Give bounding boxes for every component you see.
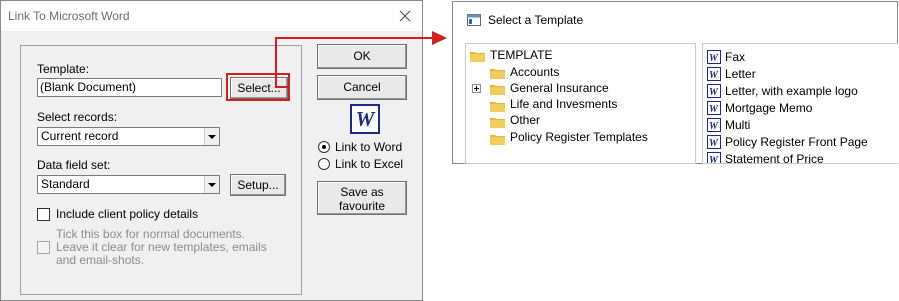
disabled-checkbox [37,241,50,254]
tree-item-general-insurance[interactable]: General Insurance [510,81,609,95]
link-excel-label[interactable]: Link to Excel [335,157,403,171]
setup-button-label: Setup... [237,178,279,192]
file-item[interactable]: Policy Register Front Page [725,135,868,149]
save-favourite-button[interactable]: Save as favourite [317,181,407,215]
file-item[interactable]: Fax [725,50,745,64]
svg-text:W: W [709,155,719,164]
link-word-radio[interactable] [318,141,330,153]
data-field-dropdown[interactable]: Standard [37,175,220,194]
word-doc-icon: W [707,135,721,149]
close-icon[interactable] [397,8,413,24]
chevron-down-icon[interactable] [204,176,219,193]
file-item[interactable]: Letter [725,67,756,81]
ok-button-label: OK [353,49,371,63]
save-favourite-line1: Save as [340,185,384,199]
word-doc-icon: W [707,84,721,98]
folder-icon [490,102,505,112]
link-excel-radio[interactable] [318,158,330,170]
data-field-value: Standard [41,177,90,191]
file-item[interactable]: Multi [725,118,750,132]
folder-icon [490,85,505,95]
word-doc-icon: W [707,67,721,81]
tree-root[interactable]: TEMPLATE [490,48,552,62]
cancel-button-label: Cancel [343,80,381,94]
select-records-value: Current record [41,129,119,143]
select-records-label: Select records: [37,110,118,124]
save-favourite-line2: favourite [338,199,386,213]
link-word-label[interactable]: Link to Word [335,140,402,154]
svg-text:W: W [709,87,719,98]
template-field[interactable]: (Blank Document) [37,78,222,97]
word-logo-letter: W [355,106,375,131]
tree-item-other[interactable]: Other [510,113,540,127]
tick-note-line3: and email-shots. [56,253,145,267]
tick-note-line1: Tick this box for normal documents. [56,227,245,241]
expand-icon[interactable] [472,84,481,93]
include-client-label: Include client policy details [56,207,199,221]
svg-text:W: W [709,121,719,132]
word-doc-icon: W [707,152,721,164]
cancel-button[interactable]: Cancel [317,75,407,100]
file-item[interactable]: Statement of Price [725,152,824,163]
select-template-dialog: Select a Template TEMPLATE Accounts Gene… [452,1,898,164]
folder-icon [490,135,505,145]
dialog-titlebar: Link To Microsoft Word [1,1,422,31]
tree-item-life-investments[interactable]: Life and Invesments [510,97,617,111]
word-doc-icon: W [707,118,721,132]
link-to-word-dialog: Link To Microsoft Word Template: (Blank … [0,0,423,301]
ok-button[interactable]: OK [317,44,407,69]
folder-icon [490,69,505,79]
template-dialog-title: Select a Template [488,13,584,27]
file-item[interactable]: Mortgage Memo [725,101,812,115]
folder-icon [470,52,485,62]
file-item[interactable]: Letter, with example logo [725,84,858,98]
svg-text:W: W [709,138,719,149]
folder-icon [490,118,505,128]
folder-tree[interactable]: TEMPLATE Accounts General Insurance Life… [465,43,696,164]
template-label: Template: [37,62,90,76]
select-records-dropdown[interactable]: Current record [37,127,220,146]
dialog-title: Link To Microsoft Word [8,9,130,23]
window-icon [467,14,481,26]
select-button-highlight [226,73,290,101]
template-file-list[interactable]: W Fax W Letter W Letter, with example lo… [702,43,898,164]
data-field-label: Data field set: [37,158,111,172]
svg-text:W: W [709,104,719,115]
include-client-checkbox[interactable] [37,208,50,221]
word-logo-icon: W [350,104,380,134]
svg-text:W: W [709,70,719,81]
tree-item-policy-register[interactable]: Policy Register Templates [510,130,648,144]
word-doc-icon: W [707,50,721,64]
chevron-down-icon[interactable] [204,128,219,145]
tree-item-accounts[interactable]: Accounts [510,65,559,79]
word-doc-icon: W [707,101,721,115]
svg-text:W: W [709,53,719,64]
setup-button[interactable]: Setup... [230,174,286,196]
tick-note-line2: Leave it clear for new templates, emails [56,240,267,254]
